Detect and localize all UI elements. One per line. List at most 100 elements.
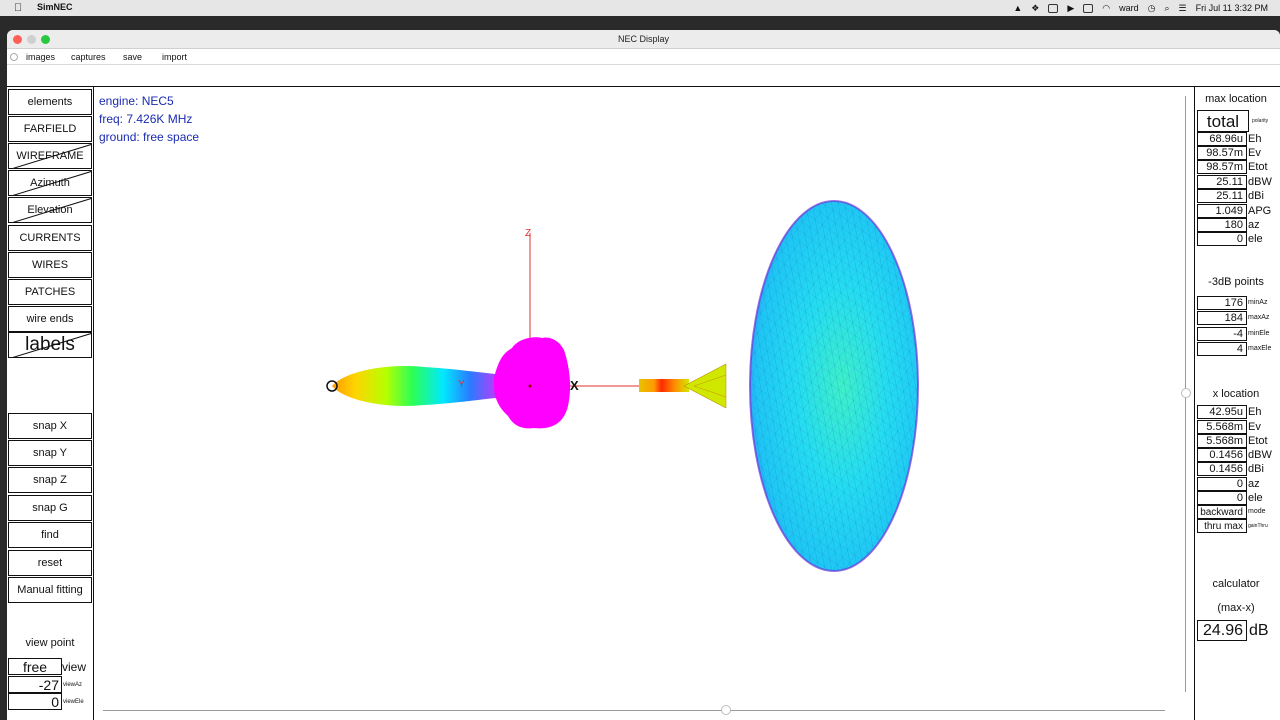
menubar-clock[interactable]: Fri Jul 11 3:32 PM: [1196, 3, 1268, 13]
toolbar-strip: [7, 65, 1280, 87]
control-center-icon[interactable]: ☰: [1179, 3, 1187, 14]
view-ele-field[interactable]: 0: [8, 693, 62, 710]
app-name[interactable]: SimNEC: [37, 2, 73, 12]
reset-button[interactable]: reset: [8, 550, 92, 576]
right-panel-divider: [1194, 87, 1195, 720]
x-dbw-label: dBW: [1248, 449, 1272, 461]
min-az-label: minAz: [1248, 299, 1268, 306]
upload-icon[interactable]: ▲: [1013, 3, 1022, 13]
max-dbi-value[interactable]: 25.11: [1197, 189, 1247, 203]
calculator-value[interactable]: 24.96: [1197, 620, 1247, 641]
find-button[interactable]: find: [8, 522, 92, 548]
x-dbi-value[interactable]: 0.1456: [1197, 462, 1247, 476]
minimize-window-button[interactable]: [27, 35, 36, 44]
calculator-unit: dB: [1249, 622, 1269, 639]
menu-import[interactable]: import: [162, 49, 187, 65]
play-icon[interactable]: ▶: [1067, 3, 1074, 14]
max-ele-range-label: maxEle: [1248, 345, 1272, 352]
window-titlebar: NEC Display: [7, 30, 1280, 49]
x-dbw-value[interactable]: 0.1456: [1197, 448, 1247, 462]
antenna-pattern-view[interactable]: [94, 88, 1184, 720]
menu-images[interactable]: images: [26, 49, 55, 65]
x-mode-label: mode: [1248, 508, 1266, 515]
battery-icon[interactable]: [1083, 3, 1094, 13]
min-az-value[interactable]: 176: [1197, 296, 1247, 310]
elevation-button[interactable]: Elevation: [8, 197, 92, 223]
snap-g-button[interactable]: snap G: [8, 495, 92, 521]
x-ev-value[interactable]: 5.568m: [1197, 420, 1247, 434]
x-ele-value[interactable]: 0: [1197, 491, 1247, 505]
search-icon[interactable]: ⌕: [1165, 3, 1170, 14]
screen-icon[interactable]: [1048, 3, 1059, 13]
wire-ends-button[interactable]: wire ends: [8, 306, 92, 332]
view-point-heading: view point: [25, 637, 75, 649]
farfield-button[interactable]: FARFIELD: [8, 116, 92, 142]
azimuth-button[interactable]: Azimuth: [8, 170, 92, 196]
x-ele-label: ele: [1248, 492, 1263, 504]
patches-button[interactable]: PATCHES: [8, 279, 92, 305]
menu-save[interactable]: save: [123, 49, 142, 65]
view-az-field[interactable]: -27: [8, 676, 62, 693]
max-location-heading: max location: [1205, 93, 1267, 105]
x-etot-label: Etot: [1248, 435, 1268, 447]
max-ev-value[interactable]: 98.57m: [1197, 146, 1247, 160]
feed-waveguide: [639, 379, 689, 392]
x-eh-value[interactable]: 42.95u: [1197, 405, 1247, 419]
vertical-scroll-knob[interactable]: [1181, 388, 1191, 398]
currents-button[interactable]: CURRENTS: [8, 225, 92, 251]
z-axis-label: Z: [525, 228, 532, 239]
menu-captures[interactable]: captures: [71, 49, 106, 65]
calculator-formula: (max-x): [1217, 602, 1255, 614]
nec-display-window: NEC Display images captures save import …: [7, 30, 1280, 720]
snap-y-button[interactable]: snap Y: [8, 440, 92, 466]
render-canvas[interactable]: engine: NEC5 freq: 7.426K MHz ground: fr…: [94, 88, 1184, 720]
clock-icon[interactable]: ◷: [1148, 3, 1156, 14]
x-axis-label: X: [570, 378, 579, 393]
labels-button[interactable]: labels: [8, 332, 92, 358]
polarity-field[interactable]: total: [1197, 110, 1249, 132]
macos-menu-bar:  SimNEC ▲ ❖ ▶ ◠ ward ◷ ⌕ ☰ Fri Jul 11 3…: [0, 0, 1280, 16]
x-etot-value[interactable]: 5.568m: [1197, 434, 1247, 448]
close-window-button[interactable]: [13, 35, 22, 44]
max-etot-value[interactable]: 98.57m: [1197, 160, 1247, 174]
db-points-heading: -3dB points: [1208, 276, 1264, 288]
window-menu: images captures save import: [7, 49, 1280, 65]
apple-icon[interactable]: : [14, 2, 22, 14]
user-name[interactable]: ward: [1119, 3, 1139, 13]
max-az-range-value[interactable]: 184: [1197, 311, 1247, 325]
horizontal-scroll-knob[interactable]: [721, 705, 731, 715]
max-eh-label: Eh: [1248, 133, 1262, 145]
x-dbi-label: dBi: [1248, 463, 1264, 475]
wires-button[interactable]: WIRES: [8, 252, 92, 278]
max-ele-range-value[interactable]: 4: [1197, 342, 1247, 356]
view-mode-field[interactable]: free: [8, 658, 62, 675]
x-mode-value[interactable]: backward: [1197, 505, 1247, 519]
max-etot-label: Etot: [1248, 161, 1268, 173]
max-dbw-value[interactable]: 25.11: [1197, 175, 1247, 189]
radio-icon[interactable]: [10, 53, 18, 61]
elements-button[interactable]: elements: [8, 89, 92, 115]
wireframe-button[interactable]: WIREFRAME: [8, 143, 92, 169]
dropbox-icon[interactable]: ❖: [1031, 3, 1039, 14]
max-dbi-label: dBi: [1248, 190, 1264, 202]
max-az-value[interactable]: 180: [1197, 218, 1247, 232]
max-apg-value[interactable]: 1.049: [1197, 204, 1247, 218]
calculator-heading: calculator: [1212, 578, 1260, 590]
max-ele-label: ele: [1248, 233, 1263, 245]
snap-z-button[interactable]: snap Z: [8, 467, 92, 493]
min-ele-value[interactable]: -4: [1197, 327, 1247, 341]
min-ele-label: minEle: [1248, 330, 1270, 337]
snap-x-button[interactable]: snap X: [8, 413, 92, 439]
x-ev-label: Ev: [1248, 421, 1261, 433]
window-title: NEC Display: [617, 34, 669, 44]
x-gainthru-value[interactable]: thru max: [1197, 519, 1247, 533]
x-gainthru-label: gainThru: [1248, 523, 1268, 529]
max-eh-value[interactable]: 68.96u: [1197, 132, 1247, 146]
wifi-icon[interactable]: ◠: [1102, 3, 1110, 14]
max-ele-value[interactable]: 0: [1197, 232, 1247, 246]
max-az-label: az: [1248, 219, 1260, 231]
manual-fitting-button[interactable]: Manual fitting: [8, 577, 92, 603]
zoom-window-button[interactable]: [41, 35, 50, 44]
horizontal-scroll-track[interactable]: [103, 710, 1165, 711]
x-az-value[interactable]: 0: [1197, 477, 1247, 491]
